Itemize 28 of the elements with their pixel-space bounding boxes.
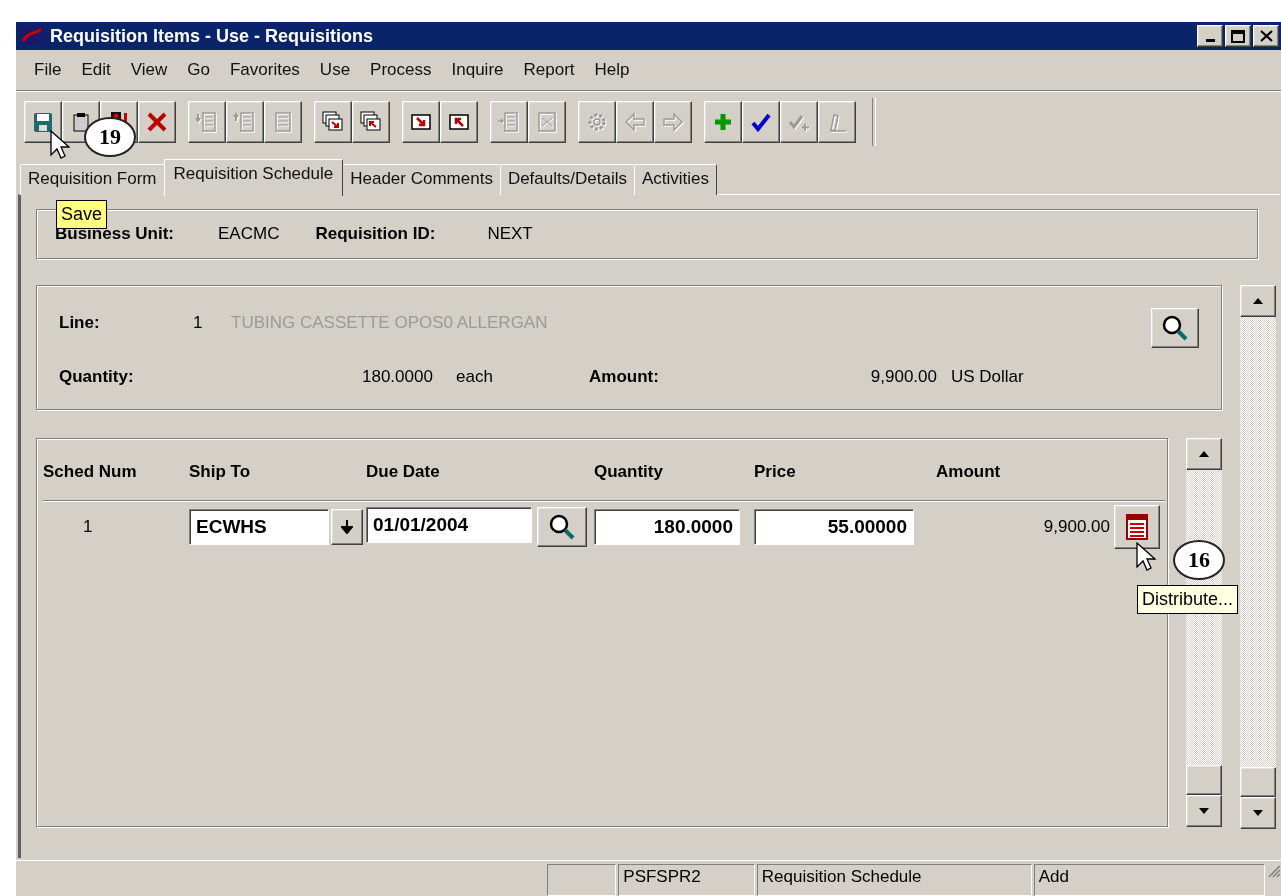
column-header: Ship To [189,461,252,482]
tooltip: Save [56,200,108,229]
table-cell-text: 9,900.00 [1042,517,1111,537]
column-header: Quantity [594,461,664,482]
status-panel: Requisition Schedule [756,864,1032,896]
field-label: Requisition ID: [315,224,436,244]
field-label: Line: [59,313,101,333]
field-label: Amount: [589,367,660,387]
unit-text: each [456,367,494,387]
column-header: Due Date [366,461,441,482]
status-panel: PSFSPR2 [618,864,755,896]
step-number-tooltip: 19 [84,117,136,157]
column-header: Sched Num [43,461,138,482]
field-value: EACMC [218,224,280,244]
field-label: Quantity: [59,367,135,387]
table-cell-text: 1 [82,517,94,537]
field-value: 1 [193,313,204,333]
field-value: 9,900.00 [869,367,937,387]
step-number-tooltip: 16 [1173,540,1225,580]
tooltip: Distribute... [1137,585,1239,614]
column-header: Price [754,461,797,482]
window-title: Requisition Items - Use - Requisitions [50,25,375,47]
status-panel: Add [1033,864,1266,896]
item-description: TUBING CASSETTE OPOS0 ALLERGAN [231,313,548,333]
field-value: 180.0000 [362,367,434,387]
field-value: NEXT [487,224,533,244]
currency-text: US Dollar [951,367,1024,387]
column-header: Amount [936,461,1002,482]
